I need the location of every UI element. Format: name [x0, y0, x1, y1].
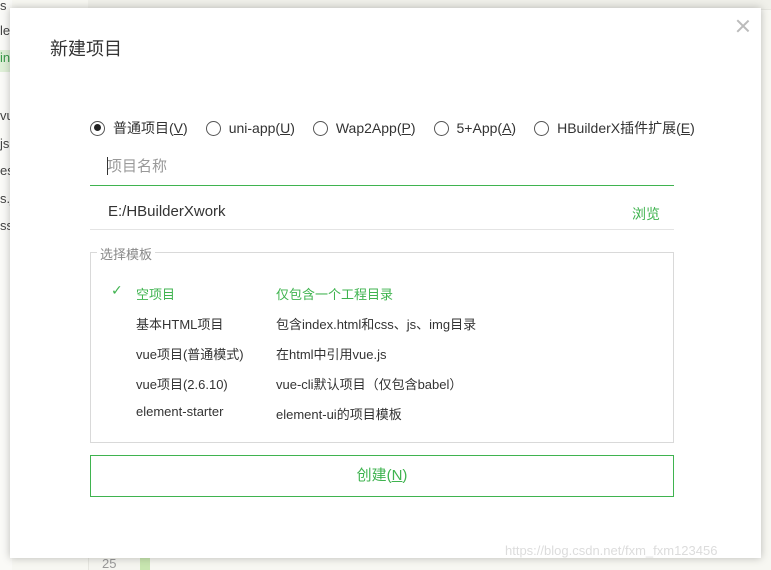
- browse-link[interactable]: 浏览: [632, 204, 660, 224]
- project-path-field[interactable]: E:/HBuilderXwork: [108, 203, 226, 220]
- line-number: 25: [102, 556, 117, 570]
- checkmark-icon: ✓: [111, 282, 123, 298]
- template-name: vue项目(普通模式): [136, 347, 244, 362]
- template-item-vue-cli[interactable]: vue项目(2.6.10) vue-cli默认项目（仅包含babel）: [91, 367, 673, 395]
- project-type-group: 普通项目(V) uni-app(U) Wap2App(P) 5+App(A) H…: [90, 118, 695, 138]
- project-name-input[interactable]: [90, 148, 674, 186]
- new-project-dialog: 新建项目 普通项目(V) uni-app(U) Wap2App(P) 5+App…: [10, 8, 761, 558]
- template-item-basic-html[interactable]: 基本HTML项目 包含index.html和css、js、img目录: [91, 307, 673, 335]
- close-icon[interactable]: [735, 18, 751, 34]
- radio-wap2app[interactable]: Wap2App(P): [312, 120, 416, 136]
- radio-5plus-app[interactable]: 5+App(A): [433, 120, 516, 136]
- template-legend: 选择模板: [97, 244, 156, 263]
- template-item-element-starter[interactable]: element-starter element-ui的项目模板: [91, 397, 673, 425]
- watermark: https://blog.csdn.net/fxm_fxm123456: [505, 543, 718, 558]
- radio-unchecked-icon[interactable]: [312, 120, 328, 136]
- template-name: element-starter: [136, 404, 224, 419]
- template-item-empty[interactable]: ✓ 空项目 仅包含一个工程目录: [91, 277, 673, 305]
- radio-unchecked-icon[interactable]: [534, 120, 550, 136]
- template-desc: 包含index.html和css、js、img目录: [276, 317, 477, 332]
- radio-normal-project[interactable]: 普通项目(V): [90, 118, 188, 138]
- radio-plugin-extension[interactable]: HBuilderX插件扩展(E): [534, 118, 695, 138]
- radio-unchecked-icon[interactable]: [205, 120, 221, 136]
- template-desc: 仅包含一个工程目录: [276, 287, 394, 302]
- template-desc: element-ui的项目模板: [276, 407, 402, 422]
- create-button[interactable]: 创建(N): [90, 455, 674, 497]
- template-item-vue-normal[interactable]: vue项目(普通模式) 在html中引用vue.js: [91, 337, 673, 365]
- template-desc: vue-cli默认项目（仅包含babel）: [276, 377, 463, 392]
- dialog-title: 新建项目: [50, 39, 122, 59]
- template-group: 选择模板 ✓ 空项目 仅包含一个工程目录 基本HTML项目 包含index.ht…: [90, 244, 674, 443]
- radio-uni-app[interactable]: uni-app(U): [205, 120, 295, 136]
- project-path-row: E:/HBuilderXwork 浏览: [90, 194, 674, 230]
- radio-checked-icon[interactable]: [90, 120, 105, 136]
- template-name: vue项目(2.6.10): [136, 377, 228, 392]
- text-caret: [107, 157, 108, 175]
- template-name: 基本HTML项目: [136, 317, 224, 332]
- radio-unchecked-icon[interactable]: [433, 120, 449, 136]
- template-name: 空项目: [136, 287, 176, 302]
- template-desc: 在html中引用vue.js: [276, 347, 387, 362]
